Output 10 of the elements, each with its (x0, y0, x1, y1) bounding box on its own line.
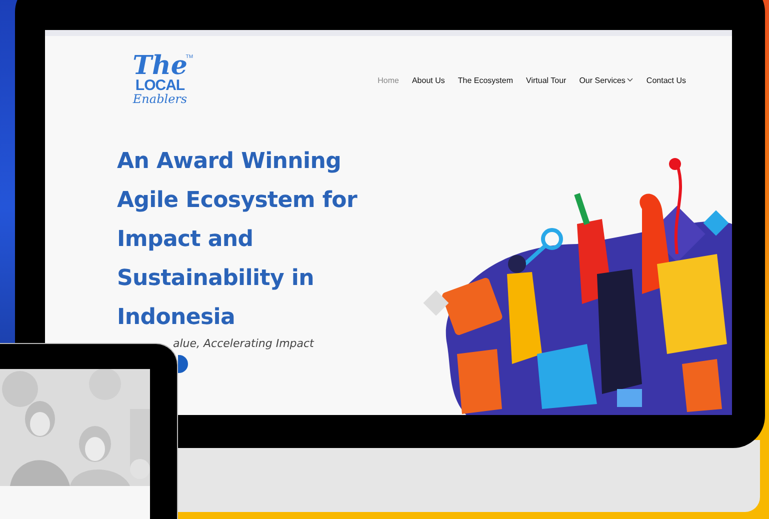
nav-link[interactable]: Contact Us (646, 76, 686, 84)
logo-text: LOCAL (135, 78, 185, 93)
hero-subtitle: alue, Accelerating Impact (173, 337, 316, 350)
nav-link[interactable]: Our Services (579, 76, 634, 84)
logo-text: Enablers (132, 93, 188, 106)
nav-link[interactable]: About Us (412, 76, 445, 84)
hero-heading: An Award Winning Agile Ecosystem for Impact and Sustainability in Indonesia (117, 148, 358, 332)
cta-button[interactable] (178, 355, 188, 373)
nav-link[interactable]: Virtual Tour (526, 76, 566, 84)
nav-link[interactable]: The Ecosystem (458, 76, 514, 84)
